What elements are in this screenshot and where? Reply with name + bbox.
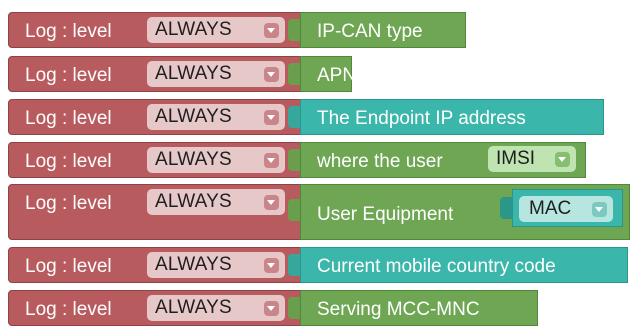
log-block[interactable]: Log : level ALWAYS (8, 56, 302, 92)
imsi-dropdown-value: IMSI (496, 148, 536, 169)
chevron-down-icon (264, 258, 279, 273)
input-slot-icon (288, 63, 300, 85)
input-slot-icon (500, 197, 512, 219)
log-label: Log : level (25, 151, 112, 172)
level-dropdown[interactable]: ALWAYS (147, 189, 285, 215)
input-slot-icon (288, 19, 300, 41)
log-label: Log : level (25, 65, 112, 86)
log-label: Log : level (25, 21, 112, 42)
level-dropdown[interactable]: ALWAYS (147, 147, 285, 173)
log-block[interactable]: Log : level ALWAYS (8, 247, 302, 283)
chevron-down-icon (264, 195, 279, 210)
log-label: Log : level (25, 299, 112, 320)
imsi-dropdown[interactable]: IMSI (488, 146, 576, 172)
log-block[interactable]: Log : level ALWAYS (8, 142, 302, 178)
text-value-block[interactable]: The Endpoint IP address (300, 99, 604, 135)
chevron-down-icon (264, 67, 279, 82)
text-value-block[interactable]: Serving MCC-MNC (300, 290, 538, 326)
level-dropdown[interactable]: ALWAYS (147, 252, 285, 278)
level-dropdown[interactable]: ALWAYS (147, 17, 285, 43)
chevron-down-icon (264, 110, 279, 125)
input-slot-icon (288, 199, 300, 221)
text-value-label: The Endpoint IP address (317, 108, 526, 129)
log-block[interactable]: Log : level ALWAYS (8, 12, 302, 48)
log-block[interactable]: Log : level ALWAYS (8, 99, 302, 135)
level-value: ALWAYS (155, 149, 232, 170)
log-label: Log : level (25, 256, 112, 277)
text-value-label: APN (317, 65, 357, 86)
level-value: ALWAYS (155, 254, 232, 275)
level-value: ALWAYS (155, 19, 232, 40)
input-slot-icon (288, 297, 300, 319)
chevron-down-icon (264, 23, 279, 38)
input-slot-icon (288, 106, 300, 128)
mac-dropdown-value: MAC (529, 198, 572, 219)
text-value-label: User Equipment (317, 204, 454, 225)
text-value-label: Serving MCC-MNC (317, 299, 480, 320)
level-value: ALWAYS (155, 106, 232, 127)
input-slot-icon (288, 254, 300, 276)
level-dropdown[interactable]: ALWAYS (147, 61, 285, 87)
level-dropdown[interactable]: ALWAYS (147, 295, 285, 321)
level-value: ALWAYS (155, 297, 232, 318)
text-value-label: IP-CAN type (317, 21, 423, 42)
text-value-block[interactable]: Current mobile country code (300, 247, 628, 283)
chevron-down-icon (264, 301, 279, 316)
input-slot-icon (288, 149, 300, 171)
log-label: Log : level (25, 193, 112, 214)
log-block[interactable]: Log : level ALWAYS (8, 290, 302, 326)
log-label: Log : level (25, 108, 112, 129)
text-value-block[interactable]: IP-CAN type (300, 12, 466, 48)
text-value-block[interactable]: APN (300, 56, 356, 92)
chevron-down-icon (555, 152, 570, 167)
mac-dropdown[interactable]: MAC (519, 196, 613, 222)
log-block[interactable]: Log : level ALWAYS (8, 184, 302, 240)
text-value-label: where the user (317, 151, 443, 172)
level-value: ALWAYS (155, 191, 232, 212)
text-value-label: Current mobile country code (317, 256, 556, 277)
level-dropdown[interactable]: ALWAYS (147, 104, 285, 130)
chevron-down-icon (592, 202, 607, 217)
chevron-down-icon (264, 153, 279, 168)
level-value: ALWAYS (155, 63, 232, 84)
